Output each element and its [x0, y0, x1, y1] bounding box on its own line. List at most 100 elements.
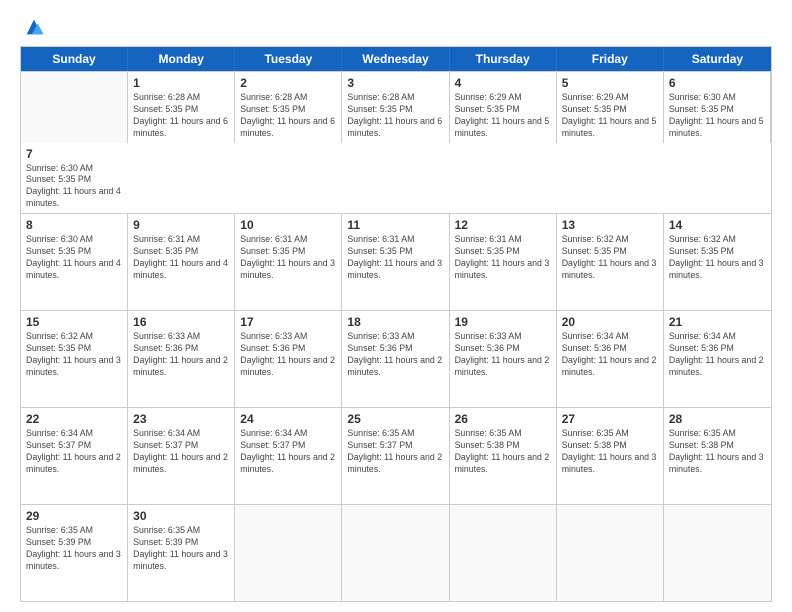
calendar-cell: [21, 72, 128, 143]
calendar-cell: 2 Sunrise: 6:28 AMSunset: 5:35 PMDaylight…: [235, 72, 342, 143]
logo: [20, 18, 45, 38]
day-number: 21: [669, 315, 766, 329]
day-info: Sunrise: 6:32 AMSunset: 5:35 PMDaylight:…: [26, 331, 122, 379]
calendar-cell: 8Sunrise: 6:30 AMSunset: 5:35 PMDaylight…: [21, 214, 128, 310]
day-info: Sunrise: 6:33 AMSunset: 5:36 PMDaylight:…: [240, 331, 336, 379]
day-number: 27: [562, 412, 658, 426]
day-info: Sunrise: 6:28 AMSunset: 5:35 PMDaylight:…: [240, 92, 336, 140]
calendar-cell: 16 Sunrise: 6:33 AMSunset: 5:36 PMDayligh…: [128, 311, 235, 407]
day-info: Sunrise: 6:28 AMSunset: 5:35 PMDaylight:…: [133, 92, 229, 140]
day-info: Sunrise: 6:32 AMSunset: 5:35 PMDaylight:…: [669, 234, 766, 282]
calendar-body: 1 Sunrise: 6:28 AMSunset: 5:35 PMDaylight…: [21, 71, 771, 601]
calendar-cell: 15 Sunrise: 6:32 AMSunset: 5:35 PMDayligh…: [21, 311, 128, 407]
day-info: Sunrise: 6:34 AMSunset: 5:36 PMDaylight:…: [669, 331, 766, 379]
header: [20, 18, 772, 38]
day-number: 24: [240, 412, 336, 426]
day-info: Sunrise: 6:28 AMSunset: 5:35 PMDaylight:…: [347, 92, 443, 140]
calendar-cell: 23Sunrise: 6:34 AMSunset: 5:37 PMDayligh…: [128, 408, 235, 504]
day-number: 18: [347, 315, 443, 329]
day-info: Sunrise: 6:34 AMSunset: 5:37 PMDaylight:…: [26, 428, 122, 476]
calendar-cell: 9 Sunrise: 6:31 AMSunset: 5:35 PMDaylight…: [128, 214, 235, 310]
calendar-cell: 18 Sunrise: 6:33 AMSunset: 5:36 PMDayligh…: [342, 311, 449, 407]
calendar-cell: [235, 505, 342, 601]
calendar-cell: 3Sunrise: 6:28 AMSunset: 5:35 PMDaylight…: [342, 72, 449, 143]
calendar-cell: 17 Sunrise: 6:33 AMSunset: 5:36 PMDayligh…: [235, 311, 342, 407]
calendar-cell: 7 Sunrise: 6:30 AMSunset: 5:35 PMDaylight…: [21, 143, 128, 214]
calendar-cell: 29Sunrise: 6:35 AMSunset: 5:39 PMDayligh…: [21, 505, 128, 601]
day-number: 5: [562, 76, 658, 90]
calendar-row-1: 1 Sunrise: 6:28 AMSunset: 5:35 PMDaylight…: [21, 71, 771, 213]
page: SundayMondayTuesdayWednesdayThursdayFrid…: [0, 0, 792, 612]
header-day-thursday: Thursday: [450, 47, 557, 71]
day-number: 29: [26, 509, 122, 523]
calendar-cell: 11Sunrise: 6:31 AMSunset: 5:35 PMDayligh…: [342, 214, 449, 310]
day-info: Sunrise: 6:35 AMSunset: 5:37 PMDaylight:…: [347, 428, 443, 476]
day-info: Sunrise: 6:33 AMSunset: 5:36 PMDaylight:…: [455, 331, 551, 379]
day-number: 6: [669, 76, 765, 90]
calendar-cell: 21 Sunrise: 6:34 AMSunset: 5:36 PMDayligh…: [664, 311, 771, 407]
calendar-cell: 28 Sunrise: 6:35 AMSunset: 5:38 PMDayligh…: [664, 408, 771, 504]
calendar-cell: 26 Sunrise: 6:35 AMSunset: 5:38 PMDayligh…: [450, 408, 557, 504]
day-info: Sunrise: 6:33 AMSunset: 5:36 PMDaylight:…: [133, 331, 229, 379]
day-number: 16: [133, 315, 229, 329]
day-number: 10: [240, 218, 336, 232]
day-info: Sunrise: 6:34 AMSunset: 5:36 PMDaylight:…: [562, 331, 658, 379]
calendar-cell: 24 Sunrise: 6:34 AMSunset: 5:37 PMDayligh…: [235, 408, 342, 504]
day-number: 15: [26, 315, 122, 329]
day-number: 7: [26, 147, 123, 161]
day-info: Sunrise: 6:35 AMSunset: 5:38 PMDaylight:…: [669, 428, 766, 476]
day-info: Sunrise: 6:34 AMSunset: 5:37 PMDaylight:…: [240, 428, 336, 476]
day-info: Sunrise: 6:31 AMSunset: 5:35 PMDaylight:…: [133, 234, 229, 282]
calendar-row-5: 29 Sunrise: 6:35 AMSunset: 5:39 PMDayligh…: [21, 504, 771, 601]
calendar-cell: 25Sunrise: 6:35 AMSunset: 5:37 PMDayligh…: [342, 408, 449, 504]
day-number: 9: [133, 218, 229, 232]
logo-icon: [23, 16, 45, 38]
day-info: Sunrise: 6:31 AMSunset: 5:35 PMDaylight:…: [455, 234, 551, 282]
day-number: 11: [347, 218, 443, 232]
day-info: Sunrise: 6:29 AMSunset: 5:35 PMDaylight:…: [562, 92, 658, 140]
day-number: 19: [455, 315, 551, 329]
day-number: 13: [562, 218, 658, 232]
day-number: 17: [240, 315, 336, 329]
day-number: 26: [455, 412, 551, 426]
calendar-cell: [342, 505, 449, 601]
day-info: Sunrise: 6:33 AMSunset: 5:36 PMDaylight:…: [347, 331, 443, 379]
day-info: Sunrise: 6:35 AMSunset: 5:38 PMDaylight:…: [562, 428, 658, 476]
calendar-cell: 13 Sunrise: 6:32 AMSunset: 5:35 PMDayligh…: [557, 214, 664, 310]
day-number: 4: [455, 76, 551, 90]
calendar-cell: [664, 505, 771, 601]
day-info: Sunrise: 6:30 AMSunset: 5:35 PMDaylight:…: [26, 163, 123, 211]
calendar-cell: 20Sunrise: 6:34 AMSunset: 5:36 PMDayligh…: [557, 311, 664, 407]
calendar-cell: 1 Sunrise: 6:28 AMSunset: 5:35 PMDaylight…: [128, 72, 235, 143]
calendar-cell: 30 Sunrise: 6:35 AMSunset: 5:39 PMDayligh…: [128, 505, 235, 601]
calendar-cell: 27 Sunrise: 6:35 AMSunset: 5:38 PMDayligh…: [557, 408, 664, 504]
calendar-cell: 14 Sunrise: 6:32 AMSunset: 5:35 PMDayligh…: [664, 214, 771, 310]
day-number: 14: [669, 218, 766, 232]
header-day-monday: Monday: [128, 47, 235, 71]
day-number: 28: [669, 412, 766, 426]
day-info: Sunrise: 6:35 AMSunset: 5:39 PMDaylight:…: [133, 525, 229, 573]
day-number: 30: [133, 509, 229, 523]
calendar-row-4: 22Sunrise: 6:34 AMSunset: 5:37 PMDayligh…: [21, 407, 771, 504]
calendar-cell: [557, 505, 664, 601]
calendar-cell: 4Sunrise: 6:29 AMSunset: 5:35 PMDaylight…: [450, 72, 557, 143]
day-info: Sunrise: 6:30 AMSunset: 5:35 PMDaylight:…: [26, 234, 122, 282]
day-info: Sunrise: 6:30 AMSunset: 5:35 PMDaylight:…: [669, 92, 765, 140]
calendar-header: SundayMondayTuesdayWednesdayThursdayFrid…: [21, 47, 771, 71]
calendar-cell: 10 Sunrise: 6:31 AMSunset: 5:35 PMDayligh…: [235, 214, 342, 310]
header-day-sunday: Sunday: [21, 47, 128, 71]
calendar-cell: [450, 505, 557, 601]
calendar-cell: 22Sunrise: 6:34 AMSunset: 5:37 PMDayligh…: [21, 408, 128, 504]
day-number: 2: [240, 76, 336, 90]
calendar-cell: 12 Sunrise: 6:31 AMSunset: 5:35 PMDayligh…: [450, 214, 557, 310]
day-number: 12: [455, 218, 551, 232]
header-day-friday: Friday: [557, 47, 664, 71]
day-info: Sunrise: 6:31 AMSunset: 5:35 PMDaylight:…: [240, 234, 336, 282]
day-info: Sunrise: 6:35 AMSunset: 5:38 PMDaylight:…: [455, 428, 551, 476]
calendar-row-2: 8Sunrise: 6:30 AMSunset: 5:35 PMDaylight…: [21, 213, 771, 310]
calendar-cell: 5 Sunrise: 6:29 AMSunset: 5:35 PMDaylight…: [557, 72, 664, 143]
header-day-saturday: Saturday: [664, 47, 771, 71]
calendar-cell: 6 Sunrise: 6:30 AMSunset: 5:35 PMDaylight…: [664, 72, 771, 143]
day-info: Sunrise: 6:32 AMSunset: 5:35 PMDaylight:…: [562, 234, 658, 282]
day-number: 1: [133, 76, 229, 90]
